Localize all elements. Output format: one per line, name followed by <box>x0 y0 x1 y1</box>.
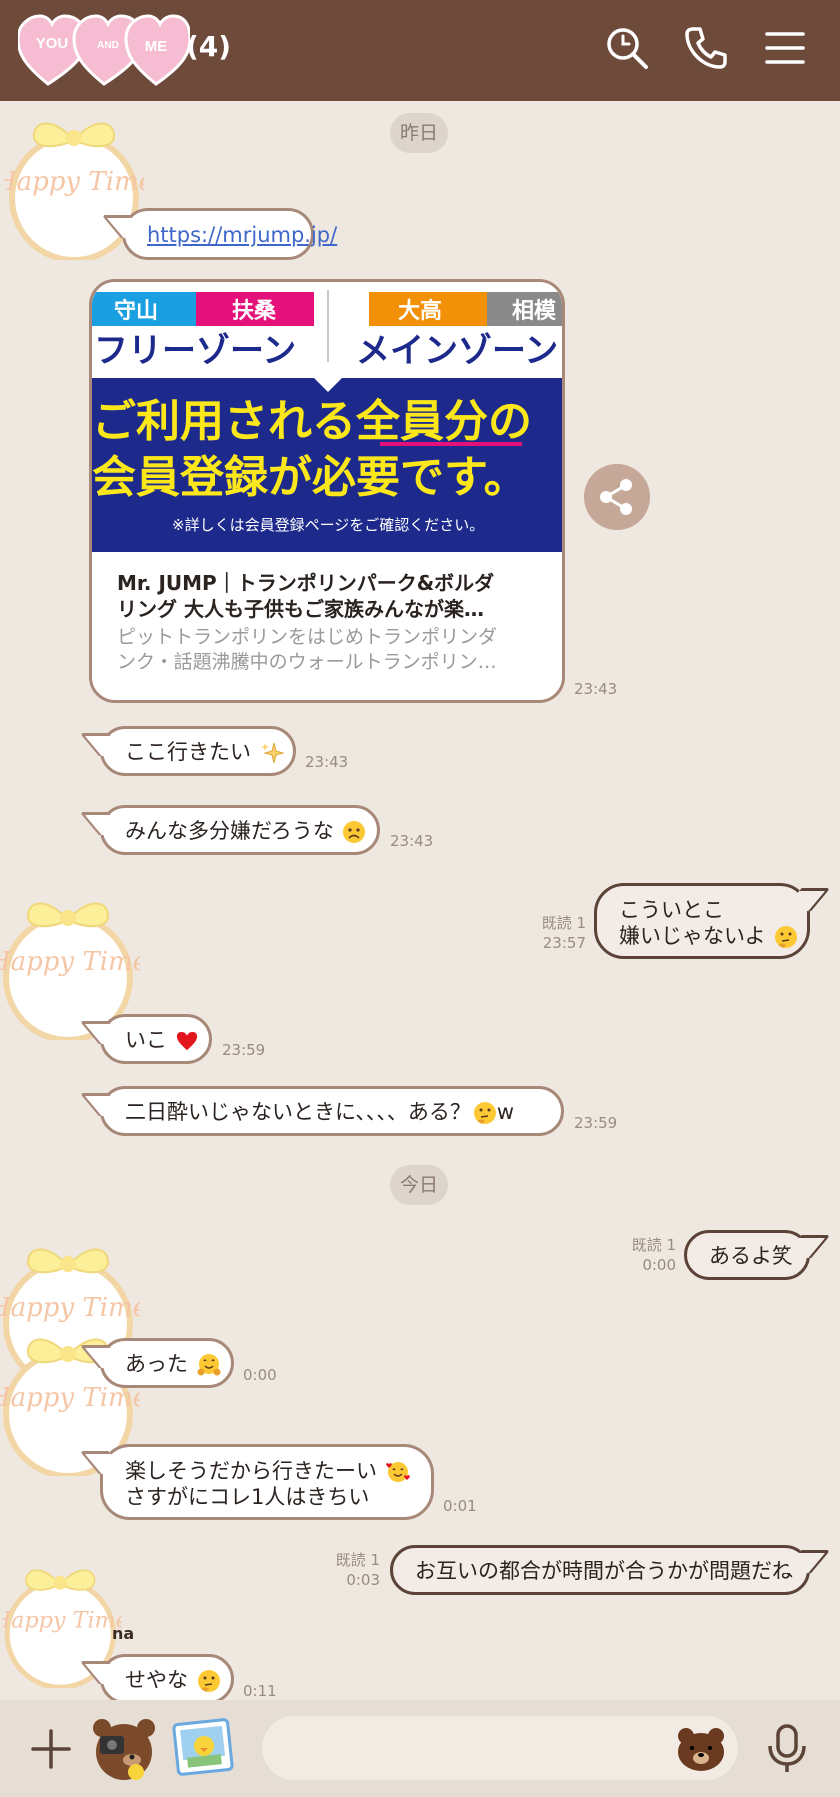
banner-headline: ご利用される全員分の <box>92 396 532 447</box>
you-and-me-hearts-icon[interactable]: YOU AND ME <box>18 14 190 86</box>
brown-emoji-icon[interactable] <box>676 1726 726 1772</box>
hugging-face-icon <box>197 1354 221 1376</box>
avatar-text: Happy Time <box>4 167 144 197</box>
smiling-hearts-face-icon <box>385 1462 410 1482</box>
banner-tag: 守山 <box>114 298 158 324</box>
banner-zone: メインゾーン <box>356 331 558 371</box>
photo-sticker-icon[interactable] <box>170 1718 236 1780</box>
message-text: 嫌いじゃないよ <box>619 924 766 948</box>
message-text: 二日酔いじゃないときに、、、、ある？ <box>125 1100 471 1124</box>
message-text: あった <box>125 1352 188 1376</box>
read-receipt: 既読 1 0:00 <box>631 1236 676 1274</box>
plus-icon[interactable] <box>30 1728 72 1770</box>
message-text: せやな <box>125 1668 188 1692</box>
thinking-face-icon <box>473 1102 496 1124</box>
read-receipt: 既読 1 23:57 <box>541 914 586 952</box>
link-preview-card[interactable]: 守山 扶桑 大高 相模 フリーゾーン メインゾーン ご利用される全員分の 会員登… <box>89 279 565 703</box>
red-heart-icon <box>176 1031 197 1051</box>
message-input[interactable] <box>262 1716 738 1780</box>
link-url[interactable]: https://mrjump.jp/ <box>147 222 337 248</box>
read-receipt: 既読 1 0:03 <box>335 1551 380 1589</box>
message-bubble[interactable]: あった <box>100 1338 234 1388</box>
heart-text: YOU <box>36 35 69 52</box>
chat-header: YOU AND ME (4) <box>0 0 840 101</box>
sender-name: na <box>112 1624 135 1643</box>
message-text: あるよ笑 <box>709 1244 793 1268</box>
message-bubble[interactable]: いこ <box>100 1014 212 1064</box>
message-text: さすがにコレ1人はきちい <box>125 1485 370 1509</box>
heart-text: AND <box>97 40 119 51</box>
message-time: 23:59 <box>574 1114 618 1132</box>
microphone-icon[interactable] <box>764 1724 810 1774</box>
message-text: 楽しそうだから行きたーい <box>125 1459 377 1483</box>
avatar-text: Happy Time <box>0 1293 140 1323</box>
message-bubble-sent[interactable]: お互いの都合が時間が合うかが問題だね <box>390 1545 810 1595</box>
message-time: 23:43 <box>574 680 618 698</box>
link-preview-image: 守山 扶桑 大高 相模 フリーゾーン メインゾーン ご利用される全員分の 会員登… <box>92 282 562 552</box>
banner-zone: フリーゾーン <box>94 331 296 371</box>
thinking-face-icon <box>197 1670 220 1692</box>
message-bubble-sent[interactable]: あるよ笑 <box>684 1230 810 1280</box>
date-separator: 今日 <box>390 1165 449 1205</box>
phone-call-icon[interactable] <box>683 25 729 71</box>
camera-brown-sticker-icon[interactable] <box>88 1714 160 1786</box>
message-time: 0:01 <box>443 1497 477 1515</box>
banner-tag: 大高 <box>398 298 442 324</box>
link-preview-title: Mr. JUMP｜トランポリンパーク&ボルダ リング 大人も子供もご家族みんなが… <box>117 571 495 621</box>
message-text: こういとこ <box>619 898 724 922</box>
sparkle-icon <box>260 742 284 764</box>
worried-face-icon <box>343 821 366 843</box>
search-icon[interactable] <box>604 25 650 71</box>
message-text: みんな多分嫌だろうな <box>125 819 334 843</box>
message-bubble[interactable]: せやな <box>100 1654 234 1704</box>
avatar-text: Happy Time <box>0 947 140 977</box>
message-text: ここ行きたい <box>125 740 251 764</box>
thinking-face-icon <box>775 926 798 948</box>
message-time: 23:43 <box>390 832 434 850</box>
banner-headline: 会員登録が必要です。 <box>92 452 528 503</box>
heart-text: ME <box>145 38 168 55</box>
message-bubble-sent[interactable]: こういとこ 嫌いじゃないよ <box>594 883 810 959</box>
message-input-bar <box>0 1700 840 1797</box>
member-count: (4) <box>186 30 232 63</box>
share-icon[interactable] <box>584 464 650 530</box>
banner-tag: 相模 <box>512 299 557 324</box>
message-time: 0:00 <box>243 1366 277 1384</box>
message-bubble[interactable]: ここ行きたい <box>100 726 296 776</box>
message-time: 23:43 <box>305 753 349 771</box>
message-time: 0:11 <box>243 1682 277 1700</box>
banner-tag: 扶桑 <box>232 299 277 324</box>
message-text: w <box>496 1100 515 1124</box>
message-bubble[interactable]: 楽しそうだから行きたーい さすがにコレ1人はきちい <box>100 1444 434 1520</box>
date-separator: 昨日 <box>390 113 449 153</box>
avatar-text: Happy Time <box>2 1607 122 1633</box>
avatar-text: Happy Time <box>0 1383 140 1413</box>
message-bubble[interactable]: 二日酔いじゃないときに、、、、ある？ w <box>100 1086 564 1136</box>
message-link-bubble[interactable]: https://mrjump.jp/ <box>122 208 337 260</box>
menu-icon[interactable] <box>762 25 808 71</box>
message-time: 23:59 <box>222 1041 266 1059</box>
message-text: お互いの都合が時間が合うかが問題だね <box>415 1559 793 1583</box>
link-preview-description: ピットトランポリンをはじめトランポリンダ ンク・話題沸騰中のウォールトランポリン… <box>117 626 498 673</box>
banner-note: ※詳しくは会員登録ページをご確認ください。 <box>172 516 484 534</box>
message-text: いこ <box>125 1028 167 1052</box>
message-bubble[interactable]: みんな多分嫌だろうな <box>100 805 380 855</box>
